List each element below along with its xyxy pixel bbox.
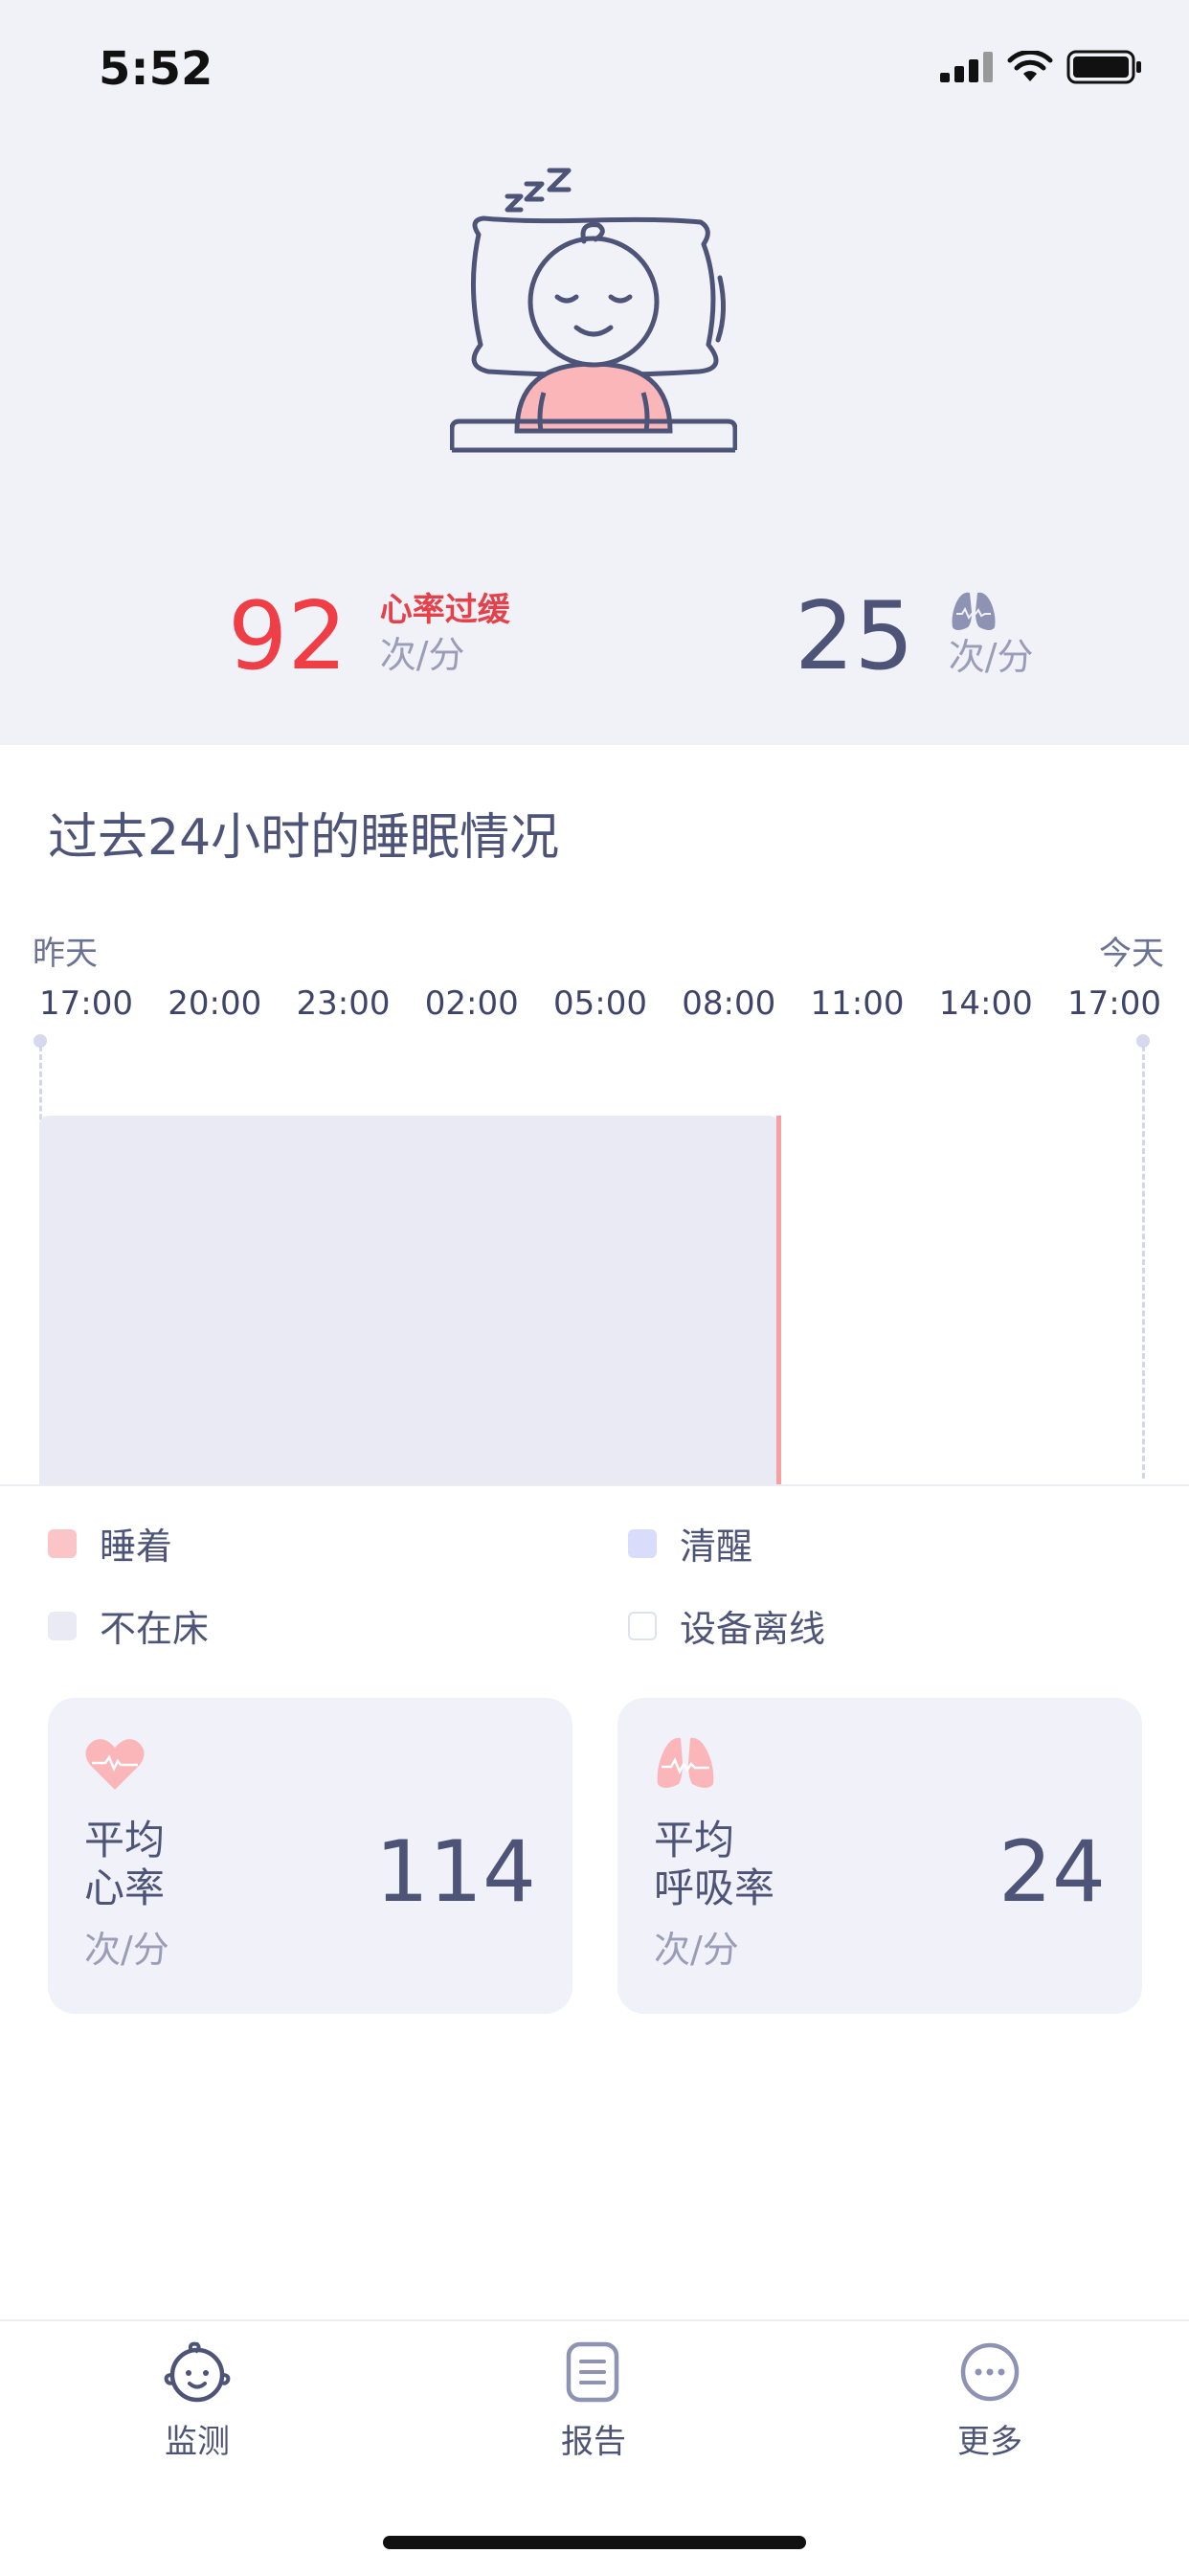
sleeping-baby-illustration — [450, 168, 737, 453]
avg-respiration-label-1: 平均 — [654, 1817, 735, 1864]
tab-monitor-label: 监测 — [165, 2423, 230, 2461]
avg-heart-rate-value: 114 — [375, 1822, 536, 1921]
sleep-section-title: 过去24小时的睡眠情况 — [48, 809, 560, 867]
avg-heart-rate-label: 平均 心率 — [84, 1817, 165, 1912]
timeline-tick-label: 20:00 — [168, 984, 262, 1023]
legend-label-asleep: 睡着 — [100, 1525, 173, 1568]
avg-heart-rate-unit: 次/分 — [84, 1929, 169, 1971]
timeline-tick-label: 05:00 — [553, 984, 647, 1023]
legend-swatch-asleep — [48, 1528, 77, 1558]
heart-icon — [85, 1739, 145, 1790]
status-time: 5:52 — [99, 42, 213, 96]
avg-respiration-label: 平均 呼吸率 — [654, 1817, 774, 1912]
cellular-signal-icon — [940, 52, 993, 82]
legend-offline: 设备离线 — [628, 1599, 825, 1652]
avg-respiration-card[interactable]: 平均 呼吸率 次/分 24 — [617, 1698, 1142, 2014]
report-icon — [566, 2341, 619, 2403]
timeline-tick-label: 23:00 — [296, 984, 391, 1023]
timeline-tick-label: 14:00 — [938, 984, 1033, 1023]
legend-not-in-bed: 不在床 — [48, 1599, 209, 1652]
lungs-icon — [952, 592, 996, 630]
respiration-value: 25 — [795, 582, 914, 691]
legend-swatch-not-in-bed — [48, 1611, 77, 1640]
tab-monitor[interactable]: 监测 — [101, 2340, 293, 2462]
status-icons — [940, 50, 1143, 84]
legend-asleep: 睡着 — [48, 1517, 172, 1570]
respiration-metric: 25 次/分 — [795, 589, 1034, 685]
avg-respiration-unit: 次/分 — [654, 1929, 739, 1971]
baby-face-icon — [164, 2341, 231, 2403]
timeline-tick-label: 11:00 — [810, 984, 905, 1023]
legend-awake: 清醒 — [628, 1517, 752, 1570]
avg-heart-rate-label-2: 心率 — [84, 1864, 166, 1911]
avg-respiration-value: 24 — [998, 1822, 1106, 1921]
wifi-icon — [1007, 51, 1053, 81]
home-indicator — [383, 2536, 806, 2549]
tab-report[interactable]: 报告 — [498, 2340, 689, 2462]
legend-swatch-offline — [628, 1611, 657, 1640]
sleep-timeline-chart — [0, 1034, 1189, 1484]
timeline-end-line — [1142, 1046, 1145, 1479]
avg-heart-rate-label-1: 平均 — [84, 1817, 166, 1864]
heart-rate-metric: 92 心率过缓 次/分 — [228, 589, 510, 685]
more-icon — [960, 2342, 1020, 2402]
respiration-unit: 次/分 — [948, 636, 1034, 678]
timeline-tick-label: 08:00 — [682, 984, 776, 1023]
heart-rate-value: 92 — [228, 582, 348, 691]
not-in-bed-segment — [39, 1116, 778, 1484]
timeline-tick-label: 17:00 — [39, 984, 133, 1023]
tab-more[interactable]: 更多 — [894, 2340, 1086, 2462]
timeline-ticks: 17:00 20:00 23:00 02:00 05:00 08:00 11:00 14:00… — [0, 984, 1189, 1027]
battery-icon — [1066, 50, 1141, 84]
legend-label-offline: 设备离线 — [680, 1608, 826, 1650]
timeline-start-day: 昨天 — [33, 935, 98, 973]
legend-label-awake: 清醒 — [680, 1525, 753, 1568]
avg-respiration-label-2: 呼吸率 — [654, 1864, 775, 1911]
legend-label-not-in-bed: 不在床 — [100, 1608, 210, 1650]
lungs-icon — [657, 1737, 714, 1788]
tab-report-label: 报告 — [561, 2423, 626, 2461]
heart-rate-unit: 次/分 — [379, 634, 465, 676]
avg-heart-rate-card[interactable]: 平均 心率 次/分 114 — [48, 1698, 572, 2014]
timeline-end-day: 今天 — [1099, 935, 1164, 973]
timeline-tick-label: 17:00 — [1067, 984, 1161, 1023]
legend-swatch-awake — [628, 1528, 657, 1558]
timeline-tick-label: 02:00 — [424, 984, 519, 1023]
tab-more-label: 更多 — [957, 2423, 1022, 2461]
heart-rate-alert: 心率过缓 — [379, 591, 510, 629]
current-time-marker — [776, 1116, 781, 1484]
chart-baseline — [0, 1484, 1189, 1486]
